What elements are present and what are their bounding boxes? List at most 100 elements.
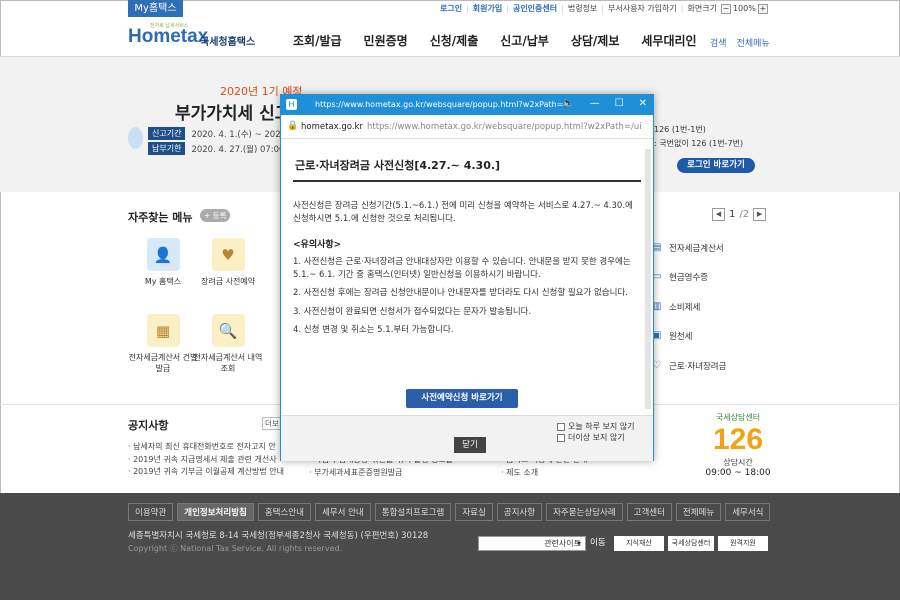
consult-center-number: 126 — [712, 423, 764, 456]
dept-user-link[interactable]: 부서사용자 가입하기 — [608, 3, 677, 14]
popup-content: 근로·자녀장려금 사전신청[4.27.~ 4.30.] 사전신청은 장려금 신청… — [293, 149, 641, 337]
prev-page-button[interactable]: ◀ — [712, 208, 725, 221]
close-window-button[interactable]: ✕ — [639, 98, 647, 109]
nav-tax-agent[interactable]: 세무대리인 — [641, 32, 696, 49]
footer-copyright: Copyright ⓒ National Tax Service. All ri… — [128, 544, 343, 553]
hometax-favicon-icon: H — [286, 99, 297, 110]
address-path: https://www.hometax.go.kr/websquare/popu… — [367, 122, 642, 132]
badge-remote-support[interactable]: 원격지원 — [718, 536, 768, 551]
tile-label: 장려금 사전예약 — [200, 277, 256, 286]
popup-close-button[interactable]: 닫기 — [454, 437, 486, 453]
related-sites-value: 관련사이트 — [544, 539, 581, 548]
footer: 이용약관 개인정보처리방침 홈택스안내 세무서 안내 통합설치프로그램 자료실 … — [0, 493, 900, 600]
list-item[interactable]: · 2019년 귀속 지급명세서 제출 관련 개선사 — [128, 454, 284, 467]
badge-consult[interactable]: 국세상담센터 — [668, 536, 714, 551]
related-sites-select[interactable]: 관련사이트 ▾ — [478, 536, 586, 551]
hometax-logo[interactable]: 전자로 납세서비스 Hometax 국세청홈택스 — [128, 22, 263, 50]
chevron-down-icon: ▾ — [576, 539, 581, 548]
quick-withholding-tax[interactable]: ▣ 원천세 — [652, 330, 692, 342]
nav-inquiry[interactable]: 조회/발급 — [293, 32, 342, 49]
zoom-in-button[interactable]: + — [757, 3, 768, 14]
tile-e-invoice-issue[interactable]: ▦ 전자세금계산서 건별발급 — [128, 314, 198, 374]
popup-titlebar[interactable]: H https://www.hometax.go.kr/websquare/po… — [281, 95, 653, 115]
popup-scrollbar[interactable] — [645, 149, 651, 409]
nav-filing[interactable]: 신고/납부 — [500, 32, 549, 49]
footer-address: 세종특별자치시 국세청로 8-14 국세청(정부세종2청사 국세청동) (우편번… — [128, 531, 429, 541]
tile-e-invoice-inquiry[interactable]: 🔍 전자세금계산서 내역조회 — [193, 314, 263, 374]
signup-link[interactable]: 회원가입 — [473, 3, 502, 14]
tile-label: 전자세금계산서 건별발급 — [128, 353, 198, 373]
login-shortcut-button[interactable]: 로그인 바로가기 — [677, 158, 755, 173]
tile-my-hometax[interactable]: 👤 My 홈택스 — [128, 238, 198, 287]
checkbox-box[interactable] — [557, 433, 565, 442]
popup-notice-item: 2. 사전신청 후에는 장려금 신청안내문이나 안내문자를 받더라도 다시 신청… — [293, 288, 628, 298]
list-item[interactable]: · 제도 소개 — [501, 467, 587, 480]
banner-title: 부가가치세 신고 — [175, 104, 291, 124]
footer-link-installer[interactable]: 통합설치프로그램 — [374, 503, 452, 521]
list-item[interactable]: · 2019년 귀속 기부금 이월공제 계산방법 안내 — [128, 466, 284, 479]
notices-title: 공지사항 — [128, 419, 169, 432]
lock-icon: 🔒 — [287, 121, 299, 131]
my-hometax-tab[interactable]: My홈택스 — [128, 0, 183, 17]
login-link[interactable]: 로그인 — [440, 3, 462, 14]
popup-intro: 사전신청은 장려금 신청기간(5.1.~6.1.) 전에 미리 신청을 예약하는… — [293, 201, 633, 224]
main-navigation: 조회/발급 민원증명 신청/제출 신고/납부 상담/제보 세무대리인 — [293, 32, 697, 49]
list-item[interactable]: · 부가세과세표준증명원발급 — [309, 467, 453, 480]
heart-icon: ♥ — [211, 238, 245, 271]
law-info-link[interactable]: 법령정보 — [568, 3, 597, 14]
pre-reservation-button[interactable]: 사전예약신청 바로가기 — [406, 389, 518, 408]
quick-incentive[interactable]: ♡ 근로·자녀장려금 — [652, 360, 726, 372]
logo-wordmark: Hometax — [128, 26, 209, 47]
nav-consult[interactable]: 상담/제보 — [571, 32, 620, 49]
footer-link-notices[interactable]: 공지사항 — [496, 503, 543, 521]
top-utility-bar: My홈택스 로그인 | 회원가입 | 공인인증센터 | 법령정보 | 부서사용자 가입하… — [0, 0, 900, 18]
consult-hours-label: 상담시간 — [723, 458, 753, 467]
nav-application[interactable]: 신청/제출 — [430, 32, 479, 49]
quick-e-invoice[interactable]: ▤ 전자세금계산서 — [652, 242, 724, 254]
header-tools: 검색 전체메뉴 — [710, 36, 770, 49]
consult-center-126[interactable]: 국세상담센터 126 상담시간 09:00 ~ 18:00 — [700, 412, 776, 478]
favorites-add-button[interactable]: + 등록 — [200, 209, 231, 222]
related-sites-go-button[interactable]: 이동 — [590, 536, 606, 551]
quick-cash-receipt[interactable]: ▭ 현금영수증 — [652, 271, 708, 283]
footer-link-terms[interactable]: 이용약관 — [128, 503, 174, 521]
popup-address-bar[interactable]: 🔒 hometax.go.kr https://www.hometax.go.k… — [281, 115, 653, 139]
minimize-button[interactable]: — — [590, 98, 600, 109]
nav-certificates[interactable]: 민원증명 — [364, 32, 408, 49]
quick-label: 소비제세 — [669, 303, 701, 313]
popup-window-url: https://www.hometax.go.kr/websquare/popu… — [315, 100, 564, 109]
zoom-out-button[interactable]: − — [720, 3, 731, 14]
badge-ip[interactable]: 지식재산 — [614, 536, 664, 551]
footer-link-office[interactable]: 세무서 안내 — [314, 503, 371, 521]
checkbox-label: 오늘 하루 보지 않기 — [568, 422, 635, 431]
favorites-title: 자주찾는 메뉴 — [128, 211, 193, 224]
tile-incentive-reservation[interactable]: ♥ 장려금 사전예약 — [193, 238, 263, 287]
banner-filing-period: 신고기간 2020. 4. 1.(수) ~ 2020. 4. — [148, 127, 300, 140]
popup-window: H https://www.hometax.go.kr/websquare/po… — [280, 94, 654, 461]
list-item[interactable]: · 납세자의 최신 휴대전화번호로 전자고지 안 — [128, 441, 284, 454]
footer-link-archive[interactable]: 자료실 — [455, 503, 493, 521]
cert-center-link[interactable]: 공인인증센터 — [513, 3, 557, 14]
maximize-button[interactable]: ☐ — [615, 98, 624, 109]
footer-link-customer[interactable]: 고객센터 — [626, 503, 672, 521]
user-icon: 👤 — [146, 238, 180, 271]
search-link[interactable]: 검색 — [710, 36, 727, 49]
banner-payment-deadline: 납부기한 2020. 4. 27.(월) 07:00 ~ — [148, 142, 294, 155]
next-page-button[interactable]: ▶ — [753, 208, 767, 221]
quick-label: 원천세 — [669, 332, 693, 342]
notices-more-button[interactable]: 더보 — [262, 417, 282, 430]
footer-link-faq[interactable]: 자주묻는상담사례 — [546, 503, 623, 521]
banner-phone-2: : 국번없이 126 (1번-7번) — [654, 139, 744, 148]
quick-consumption-tax[interactable]: ▥ 소비제세 — [652, 301, 700, 313]
all-menu-link[interactable]: 전체메뉴 — [737, 36, 770, 49]
footer-link-guide[interactable]: 홈택스안내 — [257, 503, 311, 521]
hide-today-checkbox[interactable]: 오늘 하루 보지 않기 — [557, 421, 635, 432]
consult-hours: 09:00 ~ 18:00 — [705, 468, 771, 478]
footer-link-forms[interactable]: 세무서식 — [725, 503, 771, 521]
checkbox-box[interactable] — [557, 422, 565, 431]
footer-link-all-menu[interactable]: 전체메뉴 — [675, 503, 722, 521]
hide-forever-checkbox[interactable]: 더이상 보지 않기 — [557, 432, 625, 443]
footer-link-privacy[interactable]: 개인정보처리방침 — [177, 503, 254, 521]
payment-deadline-text: 2020. 4. 27.(월) 07:00 ~ — [191, 144, 295, 155]
sound-icon: 🔈 — [562, 98, 575, 109]
